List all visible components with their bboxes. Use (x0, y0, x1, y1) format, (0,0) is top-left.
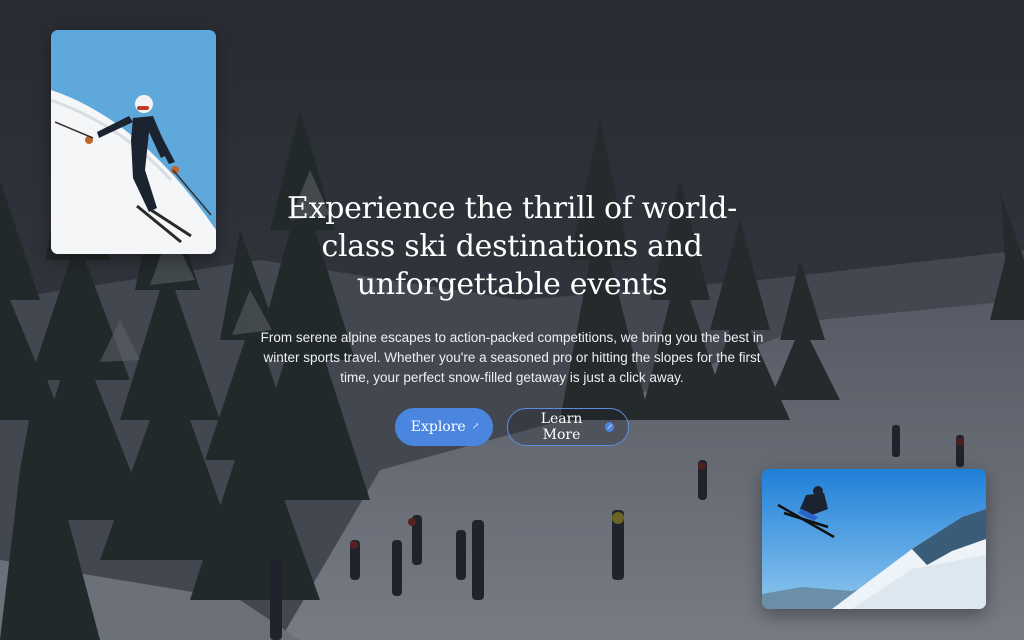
hero-headline: Experience the thrill of world-class ski… (286, 191, 737, 302)
learn-more-button-label: Learn More (540, 411, 583, 443)
hero-content: Experience the thrill of world-class ski… (252, 190, 772, 446)
hero-section: Experience the thrill of world-class ski… (0, 0, 1024, 640)
downhill-skier-image (51, 30, 216, 254)
hero-subtext: From serene alpine escapes to action-pac… (260, 330, 764, 385)
explore-button[interactable]: Explore ↗ (395, 408, 493, 446)
explore-button-label: Explore (410, 419, 466, 435)
aerial-skier-photo-card (762, 469, 986, 609)
aerial-skier-image (762, 469, 986, 609)
arrow-circle-icon: ↗ (605, 422, 614, 432)
skier-photo-card (51, 30, 216, 254)
learn-more-button[interactable]: Learn More ↗ (507, 408, 629, 446)
hero-actions: Explore ↗ Learn More ↗ (252, 408, 772, 446)
arrow-up-right-icon: ↗ (471, 422, 480, 432)
